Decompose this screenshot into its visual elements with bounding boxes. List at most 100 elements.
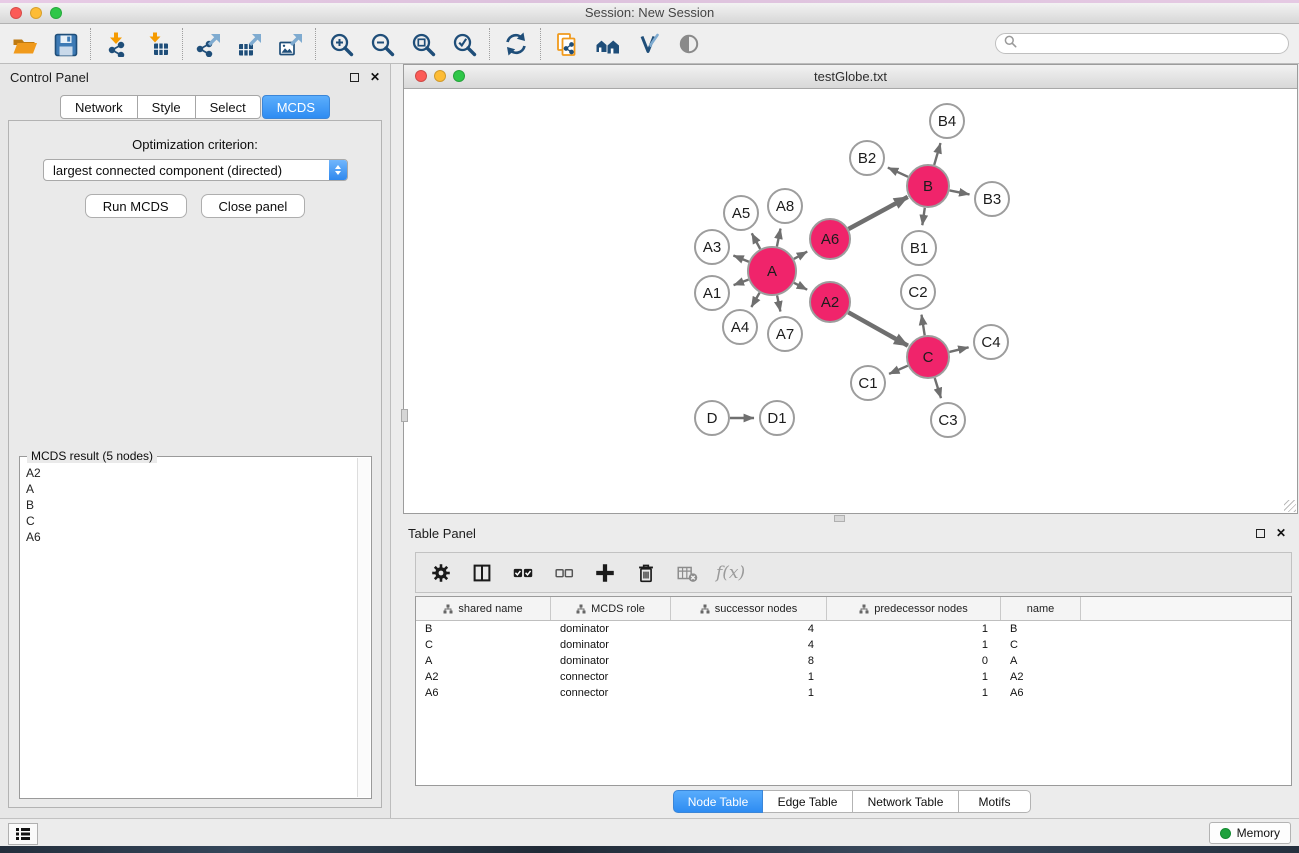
eye-icon[interactable] (675, 30, 703, 58)
close-table-panel-icon[interactable]: ✕ (1276, 528, 1286, 538)
export-table-icon[interactable] (235, 30, 263, 58)
table-cell: C (1001, 639, 1081, 651)
column-header-predecessor-nodes[interactable]: predecessor nodes (827, 597, 1001, 620)
open-session-icon[interactable] (10, 30, 38, 58)
table-cell: A (1001, 655, 1081, 667)
graph-edge-C-C3[interactable] (935, 378, 941, 398)
graph-edge-A-A2[interactable] (794, 283, 807, 290)
graph-edge-C-C1[interactable] (889, 366, 908, 374)
table-row[interactable]: Adominator80A (416, 653, 1291, 669)
table-row[interactable]: A2connector11A2 (416, 669, 1291, 685)
graphics-details-icon[interactable] (634, 30, 662, 58)
memory-button[interactable]: Memory (1209, 822, 1291, 844)
splitter-handle[interactable] (401, 409, 408, 422)
tab-edge-table[interactable]: Edge Table (763, 790, 853, 813)
graph-edge-B-B1[interactable] (922, 208, 925, 225)
zoom-in-icon[interactable] (327, 30, 355, 58)
run-mcds-button[interactable]: Run MCDS (85, 194, 187, 218)
result-item[interactable]: A6 (26, 529, 356, 545)
select-all-icon[interactable] (511, 561, 535, 585)
result-item[interactable]: A2 (26, 465, 356, 481)
close-panel-icon[interactable]: ✕ (370, 72, 380, 82)
table-row[interactable]: Bdominator41B (416, 621, 1291, 637)
control-panel: Control Panel ✕ NetworkStyleSelectMCDS O… (0, 64, 391, 818)
column-header-shared-name[interactable]: shared name (416, 597, 551, 620)
search-box[interactable] (995, 33, 1289, 54)
column-header-name[interactable]: name (1001, 597, 1081, 620)
graph-edge-A-A1[interactable] (734, 280, 749, 286)
tab-select[interactable]: Select (196, 95, 261, 119)
table-cell: 1 (671, 671, 827, 683)
graph-edge-B-B2[interactable] (888, 168, 908, 177)
graph-node-label: A4 (731, 319, 749, 336)
result-item[interactable]: C (26, 513, 356, 529)
graph-edge-A-A4[interactable] (751, 293, 759, 307)
import-table-icon[interactable] (143, 30, 171, 58)
graph-edge-A-A7[interactable] (777, 296, 780, 312)
network-graph[interactable]: B4B2BB3A8A5A6A3B1AC2A1A2A4A7C4CC1DD1C3 (404, 89, 1297, 513)
tab-style[interactable]: Style (138, 95, 196, 119)
delete-column-icon[interactable] (634, 561, 658, 585)
tab-network-table[interactable]: Network Table (853, 790, 959, 813)
table-header-row: shared nameMCDS rolesuccessor nodesprede… (416, 597, 1291, 621)
graph-edge-A-A6[interactable] (794, 252, 807, 259)
export-network-icon[interactable] (194, 30, 222, 58)
zoom-fit-icon[interactable] (409, 30, 437, 58)
result-item[interactable]: B (26, 497, 356, 513)
refresh-icon[interactable] (501, 30, 529, 58)
table-row[interactable]: Cdominator41C (416, 637, 1291, 653)
home-icon[interactable] (593, 30, 621, 58)
search-input[interactable] (1023, 36, 1280, 52)
graph-edge-C-C2[interactable] (922, 315, 925, 336)
graph-edge-A-A8[interactable] (777, 229, 781, 247)
graph-node-label: B (923, 178, 933, 195)
graph-edge-A-A3[interactable] (733, 256, 748, 262)
tab-motifs[interactable]: Motifs (959, 790, 1031, 813)
graph-edge-C-C4[interactable] (949, 347, 968, 352)
graph-edge-A2-C[interactable] (848, 312, 908, 345)
column-header-successor-nodes[interactable]: successor nodes (671, 597, 827, 620)
zoom-selected-icon[interactable] (450, 30, 478, 58)
network-canvas[interactable]: B4B2BB3A8A5A6A3B1AC2A1A2A4A7C4CC1DD1C3 (404, 89, 1297, 513)
graph-node-label: A (767, 263, 777, 280)
graph-edge-B-B3[interactable] (950, 190, 970, 194)
tab-node-table[interactable]: Node Table (673, 790, 763, 813)
deselect-all-icon[interactable] (552, 561, 576, 585)
export-image-icon[interactable] (276, 30, 304, 58)
close-panel-button[interactable]: Close panel (201, 194, 306, 218)
dropdown-stepper-icon[interactable] (329, 160, 347, 180)
result-item[interactable]: A (26, 481, 356, 497)
float-panel-icon[interactable] (350, 73, 359, 82)
table-panel-title: Table Panel (408, 526, 476, 541)
table-row[interactable]: A6connector11A6 (416, 685, 1291, 701)
graph-edge-A-A5[interactable] (752, 233, 760, 249)
graph-node-label: B3 (983, 191, 1001, 208)
save-session-icon[interactable] (51, 30, 79, 58)
settings-gear-icon[interactable] (429, 561, 453, 585)
add-column-icon[interactable] (593, 561, 617, 585)
app-titlebar[interactable]: Session: New Session (0, 3, 1299, 24)
graph-edge-B-B4[interactable] (934, 143, 940, 165)
result-scrollbar[interactable] (357, 458, 370, 797)
table-cell: 1 (827, 623, 1001, 635)
graph-edge-A6-B[interactable] (849, 197, 908, 229)
graph-node-label: D1 (767, 410, 786, 427)
table-cell: 1 (827, 671, 1001, 683)
search-icon (1004, 35, 1017, 53)
task-history-button[interactable] (8, 823, 38, 845)
resize-grip-icon[interactable] (1284, 500, 1296, 512)
column-view-icon[interactable] (470, 561, 494, 585)
float-table-panel-icon[interactable] (1256, 529, 1265, 538)
tab-network[interactable]: Network (60, 95, 138, 119)
tab-mcds[interactable]: MCDS (262, 95, 330, 119)
column-header-mcds-role[interactable]: MCDS role (551, 597, 671, 620)
network-window-titlebar[interactable]: testGlobe.txt (404, 65, 1297, 89)
status-bar: Memory (0, 818, 1299, 846)
duplicate-network-icon[interactable] (552, 30, 580, 58)
graph-node-label: B4 (938, 113, 956, 130)
zoom-out-icon[interactable] (368, 30, 396, 58)
optimization-dropdown[interactable]: largest connected component (directed) (43, 159, 348, 181)
import-network-icon[interactable] (102, 30, 130, 58)
column-type-icon (576, 604, 586, 614)
table-cell: C (416, 639, 551, 651)
